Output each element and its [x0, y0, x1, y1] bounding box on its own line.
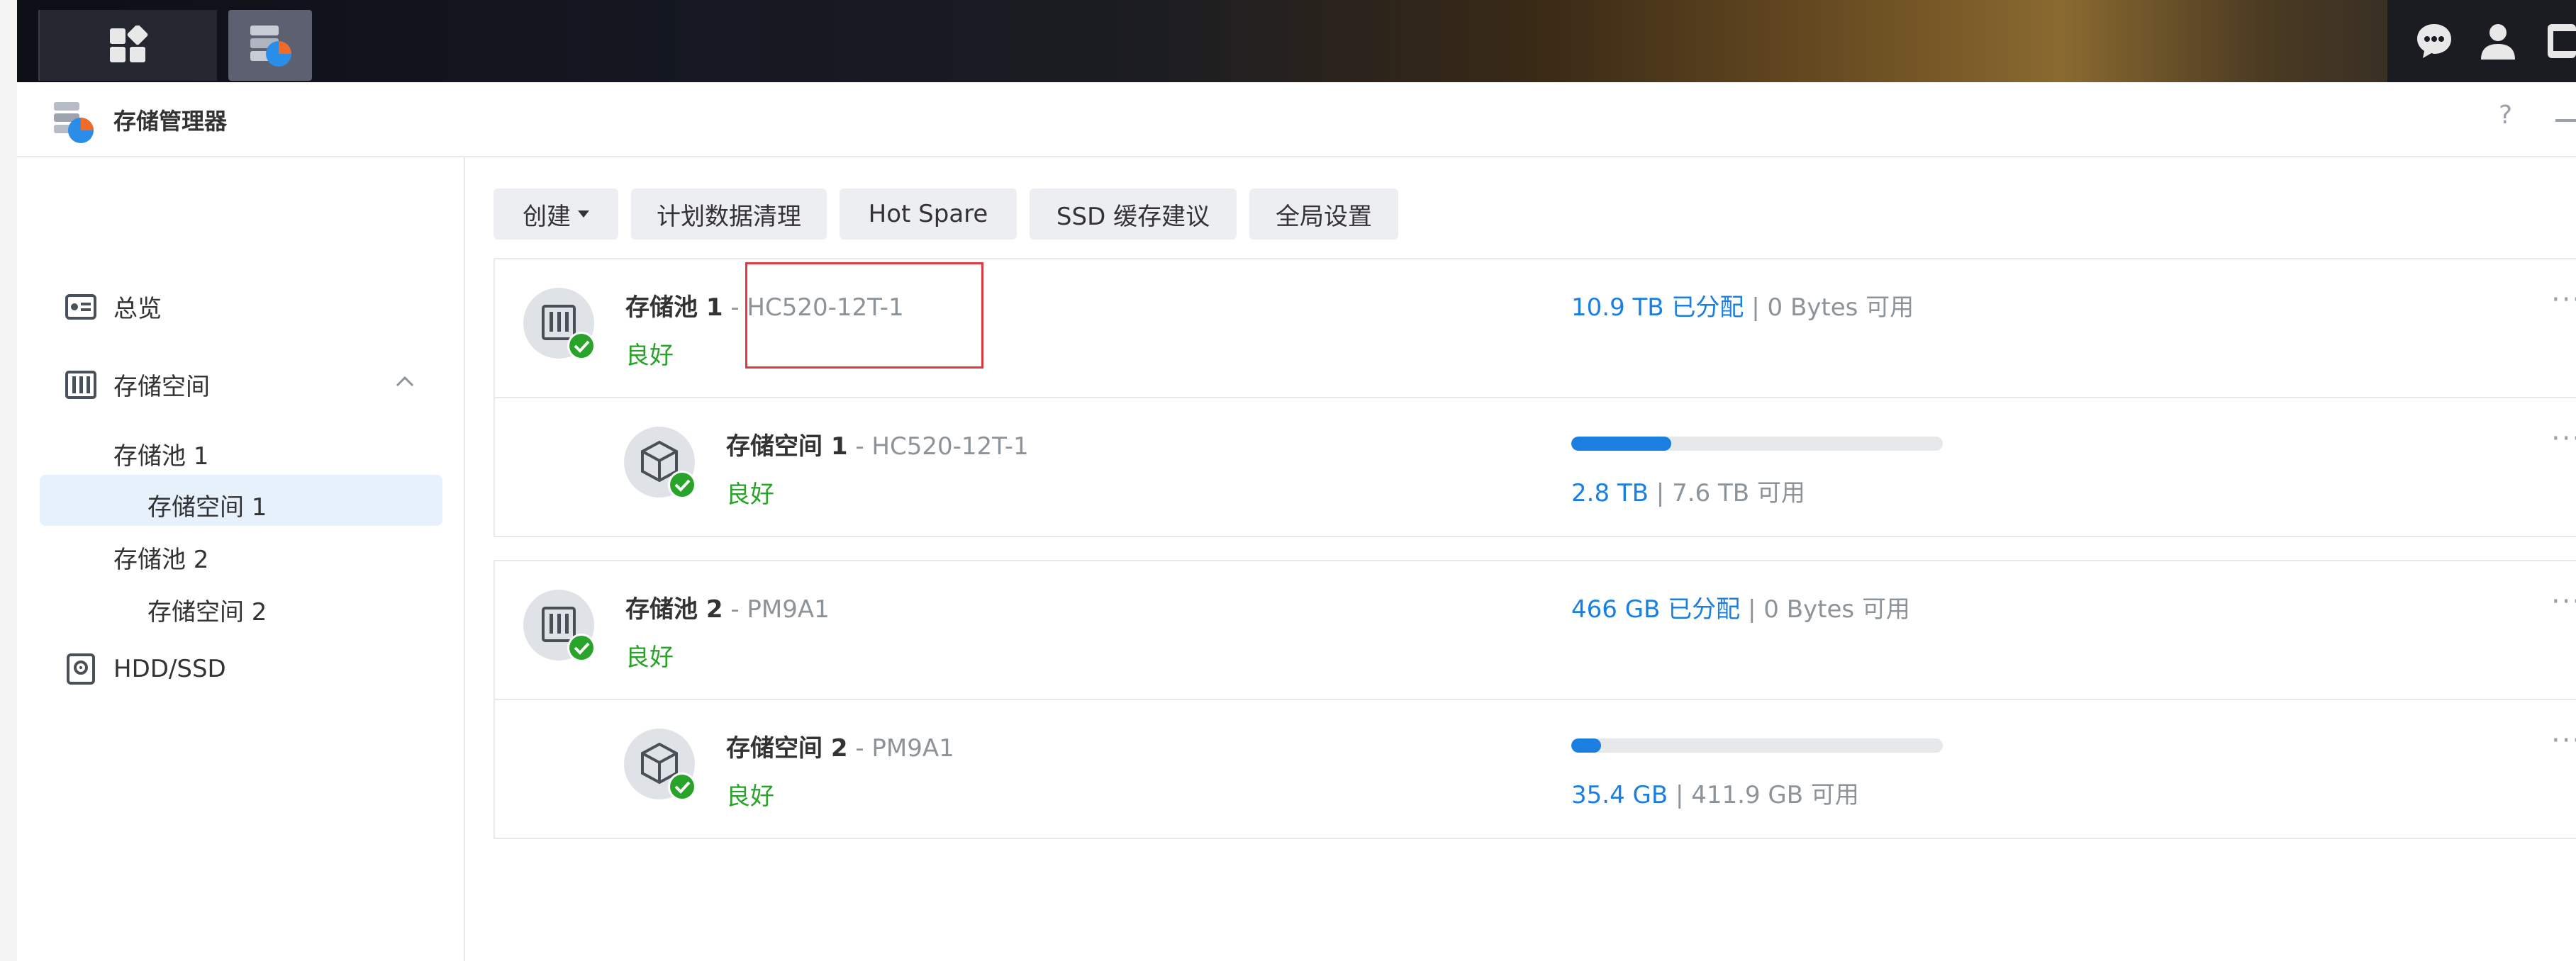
volume-row[interactable]: 存储空间 2 - PM9A1 良好 35.4 GB | 411.9 GB 可用 … — [495, 700, 2576, 838]
desktop-taskbar — [0, 0, 2576, 82]
ssd-cache-advice-button[interactable]: SSD 缓存建议 — [1030, 189, 1237, 240]
main-menu-button[interactable] — [38, 10, 217, 81]
volume-usage-bar — [1571, 437, 1943, 451]
storage-manager-taskbar-button[interactable] — [228, 10, 312, 81]
window-title: 存储管理器 — [113, 108, 228, 135]
sidebar-item-label: HDD/SSD — [113, 655, 226, 683]
status-label: 良好 — [625, 342, 674, 370]
storage-pool-icon — [523, 288, 596, 360]
create-label: 创建 — [523, 202, 571, 231]
volume-cube-icon — [624, 427, 696, 499]
volume-name: 存储空间 2 - PM9A1 — [726, 734, 954, 763]
volume-usage-text: 35.4 GB | 411.9 GB 可用 — [1571, 781, 1859, 809]
dashboard-icon — [65, 293, 96, 320]
status-label: 良好 — [625, 644, 674, 672]
chat-bubble-icon[interactable] — [2414, 21, 2454, 61]
taskbar-tray — [2387, 0, 2576, 82]
sidebar-item-volume2[interactable]: 存储空间 2 — [147, 592, 267, 627]
sidebar-item-pool1[interactable]: 存储池 1 — [113, 437, 208, 471]
grid-icon — [110, 26, 148, 62]
sidebar: 总览 存储空间 存储池 1 存储空间 1 存储池 2 存储空间 2 HDD/SS… — [17, 157, 465, 961]
sidebar-item-label: 总览 — [113, 295, 162, 323]
allocation-summary: 10.9 TB 已分配 | 0 Bytes 可用 — [1571, 293, 1914, 322]
volume-usage-bar — [1571, 738, 1943, 753]
create-button[interactable]: 创建 — [494, 189, 618, 240]
more-options-button[interactable]: ··· — [2551, 724, 2576, 757]
status-label: 良好 — [726, 782, 774, 811]
hard-disk-icon — [67, 653, 95, 685]
global-settings-button[interactable]: 全局设置 — [1249, 189, 1398, 240]
storage-pool-icon — [65, 370, 96, 399]
widgets-icon[interactable] — [2545, 21, 2576, 61]
storage-pool-status-icon — [523, 590, 597, 663]
scrub-schedule-button[interactable]: 计划数据清理 — [631, 189, 827, 240]
volume-usage-fill — [1571, 437, 1672, 451]
storage-manager-icon — [250, 26, 291, 67]
hot-spare-button[interactable]: Hot Spare — [840, 189, 1017, 240]
volume-status-icon — [624, 729, 698, 802]
more-options-button[interactable]: ··· — [2551, 283, 2576, 316]
volume-usage-fill — [1571, 738, 1601, 753]
user-icon[interactable] — [2478, 21, 2518, 61]
storage-pool-card-2: 存储池 2 - PM9A1 良好 466 GB 已分配 | 0 Bytes 可用… — [494, 560, 2576, 839]
sidebar-item-overview[interactable]: 总览 — [65, 289, 162, 324]
storage-manager-icon — [54, 102, 94, 143]
volume-status-icon — [624, 427, 698, 500]
sidebar-item-pool2[interactable]: 存储池 2 — [113, 540, 208, 575]
annotation-highlight-box — [745, 262, 983, 369]
help-button[interactable]: ? — [2499, 101, 2512, 130]
sidebar-item-volume1[interactable]: 存储空间 1 — [147, 488, 267, 522]
storage-pool-status-icon — [523, 288, 597, 361]
caret-down-icon — [578, 210, 589, 218]
window-titlebar[interactable]: 存储管理器 ? — [17, 82, 2576, 157]
chevron-up-icon[interactable] — [394, 374, 416, 388]
volume-cube-icon — [624, 729, 696, 801]
volume-usage-text: 2.8 TB | 7.6 TB 可用 — [1571, 479, 1805, 507]
storage-manager-window: 存储管理器 ? 总览 存储空间 存储池 1 存储空间 1 存储池 2 存储空间 … — [17, 82, 2576, 961]
volume-name: 存储空间 1 - HC520-12T-1 — [726, 432, 1029, 461]
sidebar-item-storage[interactable]: 存储空间 — [65, 367, 210, 402]
storage-pool-icon — [523, 590, 596, 662]
volume-row[interactable]: 存储空间 1 - HC520-12T-1 良好 2.8 TB | 7.6 TB … — [495, 398, 2576, 536]
storage-pool-name: 存储池 2 - PM9A1 — [625, 595, 830, 624]
minimize-button[interactable] — [2555, 119, 2576, 122]
status-label: 良好 — [726, 480, 774, 509]
sidebar-item-hdd-ssd[interactable]: HDD/SSD — [65, 653, 226, 685]
desktop-edge — [0, 0, 17, 961]
storage-pool-row[interactable]: 存储池 2 - PM9A1 良好 466 GB 已分配 | 0 Bytes 可用… — [495, 561, 2576, 699]
more-options-button[interactable]: ··· — [2551, 422, 2576, 455]
sidebar-item-label: 存储空间 — [113, 373, 210, 401]
more-options-button[interactable]: ··· — [2551, 585, 2576, 618]
allocation-summary: 466 GB 已分配 | 0 Bytes 可用 — [1571, 595, 1910, 624]
